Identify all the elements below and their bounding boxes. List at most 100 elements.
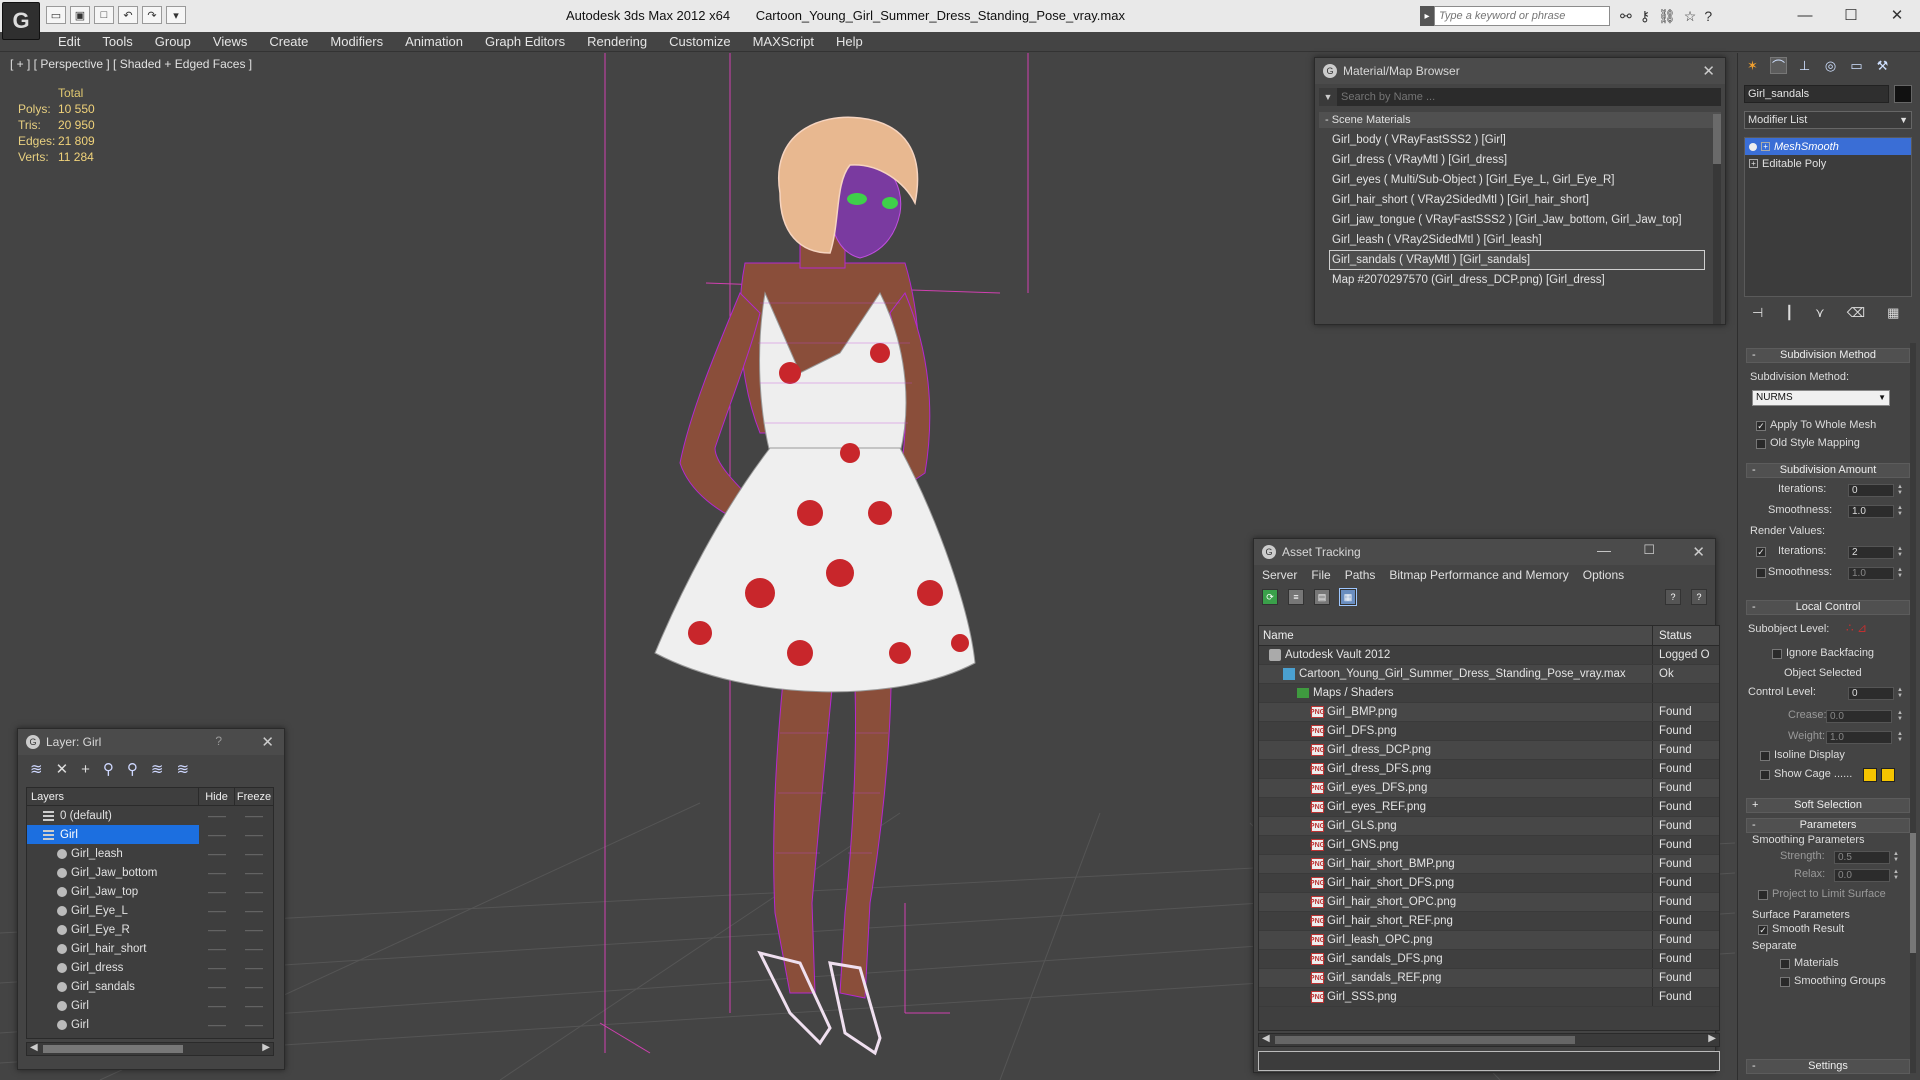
separate-materials-checkbox[interactable] — [1780, 959, 1790, 969]
menu-item-animation[interactable]: Animation — [405, 34, 463, 49]
application-menu-button[interactable]: G — [2, 2, 40, 40]
relax-spinner[interactable]: 0.0 — [1834, 869, 1890, 882]
minimize-icon[interactable]: — — [1597, 542, 1611, 558]
expand-arrow-icon[interactable]: ▸ — [1420, 6, 1434, 26]
undo-icon[interactable]: ↶ — [118, 6, 138, 24]
layer-object-row[interactable]: Girl_sandals —— —— — [27, 977, 273, 996]
subobject-vertex-edge-icons[interactable]: ∴ ⊿ — [1846, 621, 1867, 635]
select-layer-icon[interactable]: ⚲ — [127, 760, 138, 778]
freeze-toggle[interactable]: —— — [235, 830, 273, 840]
viewport-label[interactable]: [ + ] [ Perspective ] [ Shaded + Edged F… — [10, 57, 252, 71]
lightbulb-icon[interactable] — [1749, 142, 1757, 151]
layer-object-row[interactable]: Girl_Jaw_bottom —— —— — [27, 863, 273, 882]
rollout-subdivision-method[interactable]: - Subdivision Method — [1746, 348, 1910, 363]
material-list-scrollbar[interactable] — [1713, 114, 1721, 324]
menu-item-edit[interactable]: Edit — [58, 34, 80, 49]
asset-row[interactable]: Autodesk Vault 2012 Logged O — [1259, 646, 1719, 665]
material-search-input[interactable] — [1337, 88, 1721, 106]
separate-smoothing-groups-checkbox[interactable] — [1780, 977, 1790, 987]
display-tab-icon[interactable]: ▭ — [1848, 57, 1865, 74]
material-browser-title-bar[interactable]: G Material/Map Browser ✕ — [1315, 58, 1725, 84]
redo-icon[interactable]: ↷ — [142, 6, 162, 24]
spinner-arrows-icon[interactable]: ▲ ▼ — [1896, 505, 1904, 518]
menu-item-group[interactable]: Group — [155, 34, 191, 49]
layer-panel-title-bar[interactable]: G Layer: Girl ? ✕ — [18, 729, 284, 755]
stack-item-meshsmooth[interactable]: + MeshSmooth — [1745, 138, 1911, 155]
delete-layer-icon[interactable]: ✕ — [56, 760, 69, 778]
hide-toggle[interactable]: —— — [199, 1020, 235, 1030]
asset-row[interactable]: PNG Girl_sandals_DFS.png Found — [1259, 950, 1719, 969]
menu-item-rendering[interactable]: Rendering — [587, 34, 647, 49]
layer-object-row[interactable]: Girl_hair_short —— —— — [27, 939, 273, 958]
key-icon[interactable]: ⚷ — [1640, 8, 1650, 25]
link-icon[interactable]: ⛓ — [1658, 8, 1676, 25]
hide-toggle[interactable]: —— — [199, 963, 235, 973]
freeze-toggle[interactable]: —— — [235, 868, 273, 878]
scene-materials-header[interactable]: - Scene Materials — [1319, 112, 1721, 128]
hide-toggle[interactable]: —— — [199, 944, 235, 954]
smooth-result-checkbox[interactable]: ✓ — [1758, 925, 1768, 935]
asset-row[interactable]: PNG Girl_sandals_REF.png Found — [1259, 969, 1719, 988]
asset-row[interactable]: PNG Girl_eyes_REF.png Found — [1259, 798, 1719, 817]
binoculars-icon[interactable]: ⚯ — [1620, 8, 1632, 25]
new-icon[interactable]: □ — [94, 6, 114, 24]
column-layers-header[interactable]: Layers — [27, 788, 199, 805]
scrollbar-thumb[interactable] — [1713, 114, 1721, 164]
freeze-toggle[interactable]: —— — [235, 811, 273, 821]
scroll-left-icon[interactable]: ◀ — [1262, 1033, 1270, 1044]
spinner-arrows-icon[interactable]: ▲ ▼ — [1896, 567, 1904, 580]
spinner-arrows-icon[interactable]: ▲ ▼ — [1896, 484, 1904, 497]
rollout-local-control[interactable]: - Local Control — [1746, 600, 1910, 615]
help-icon[interactable]: ? — [215, 734, 222, 748]
close-button[interactable]: ✕ — [1874, 0, 1920, 30]
freeze-toggle[interactable]: —— — [235, 1001, 273, 1011]
configure-sets-icon[interactable]: ▦ — [1887, 305, 1899, 321]
menu-item-modifiers[interactable]: Modifiers — [330, 34, 383, 49]
freeze-toggle[interactable]: —— — [235, 944, 273, 954]
expand-plus-icon[interactable]: + — [1761, 142, 1770, 151]
spinner-arrows-icon[interactable]: ▲ ▼ — [1892, 869, 1900, 882]
hide-toggle[interactable]: —— — [199, 887, 235, 897]
asset-row[interactable]: PNG Girl_GNS.png Found — [1259, 836, 1719, 855]
rollout-settings[interactable]: - Settings — [1746, 1059, 1910, 1074]
rollout-subdivision-amount[interactable]: - Subdivision Amount — [1746, 463, 1910, 478]
help-icon[interactable]: ? — [1691, 589, 1707, 605]
hide-toggle[interactable]: —— — [199, 868, 235, 878]
dropdown-arrow-icon[interactable]: ▾ — [166, 6, 186, 24]
control-level-spinner[interactable]: 0 — [1848, 687, 1894, 700]
scrollbar-thumb[interactable] — [1910, 833, 1916, 953]
material-list-item[interactable]: Girl_sandals ( VRayMtl ) [Girl_sandals] — [1329, 250, 1705, 270]
star-icon[interactable]: ☆ — [1684, 8, 1697, 25]
asset-row[interactable]: Maps / Shaders — [1259, 684, 1719, 703]
command-panel-scrollbar[interactable] — [1910, 343, 1916, 1073]
cage-color-swatch-1[interactable] — [1863, 768, 1877, 782]
server-help-icon[interactable]: ? — [1665, 589, 1681, 605]
material-list-item[interactable]: Girl_leash ( VRay2SidedMtl ) [Girl_leash… — [1329, 230, 1705, 250]
layer-object-row[interactable]: Girl_Eye_L —— —— — [27, 901, 273, 920]
hide-toggle[interactable]: —— — [199, 830, 235, 840]
material-list-item[interactable]: Girl_body ( VRayFastSSS2 ) [Girl] — [1329, 130, 1705, 150]
maximize-button[interactable]: ☐ — [1828, 0, 1874, 30]
menu-item-customize[interactable]: Customize — [669, 34, 730, 49]
layer-object-row[interactable]: Girl_Eye_R —— —— — [27, 920, 273, 939]
hide-toggle[interactable]: —— — [199, 906, 235, 916]
scrollbar-thumb[interactable] — [43, 1045, 183, 1053]
utilities-tab-icon[interactable]: ⚒ — [1874, 57, 1891, 74]
pin-stack-icon[interactable]: ⊣ — [1752, 305, 1763, 321]
apply-whole-mesh-checkbox[interactable]: ✓ — [1756, 421, 1766, 431]
menu-item-views[interactable]: Views — [213, 34, 247, 49]
asset-row[interactable]: PNG Girl_dress_DCP.png Found — [1259, 741, 1719, 760]
freeze-toggle[interactable]: —— — [235, 1020, 273, 1030]
asset-menu-server[interactable]: Server — [1262, 568, 1297, 582]
asset-row[interactable]: PNG Girl_DFS.png Found — [1259, 722, 1719, 741]
material-list-item[interactable]: Map #2070297570 (Girl_dress_DCP.png) [Gi… — [1329, 270, 1705, 290]
asset-menu-paths[interactable]: Paths — [1345, 568, 1376, 582]
menu-item-help[interactable]: Help — [836, 34, 863, 49]
spinner-arrows-icon[interactable]: ▲ ▼ — [1896, 687, 1904, 700]
object-color-swatch[interactable] — [1894, 85, 1912, 103]
iterations-spinner[interactable]: 0 — [1848, 484, 1894, 497]
asset-row[interactable]: PNG Girl_dress_DFS.png Found — [1259, 760, 1719, 779]
layer-object-row[interactable]: Girl_Jaw_top —— —— — [27, 882, 273, 901]
close-icon[interactable]: ✕ — [261, 733, 274, 751]
menu-item-create[interactable]: Create — [269, 34, 308, 49]
